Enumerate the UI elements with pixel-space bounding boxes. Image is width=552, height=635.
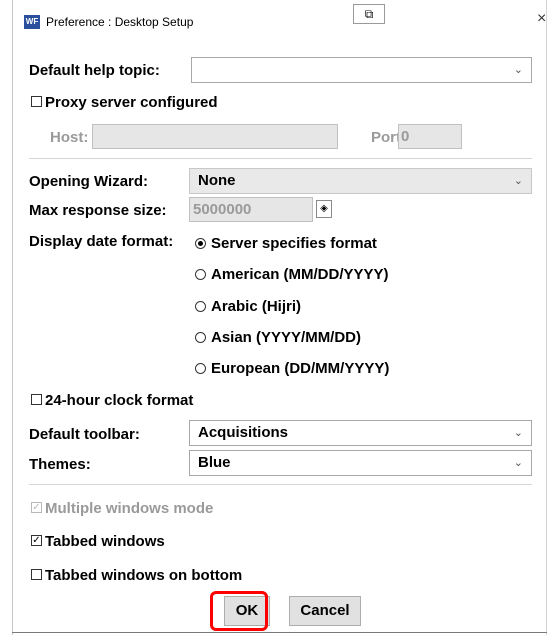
radio-icon[interactable] (195, 331, 206, 343)
date-option-arabic[interactable]: Arabic (Hijri) (195, 298, 301, 315)
window-border-right (546, 0, 547, 635)
opening-wizard-label: Opening Wizard: (29, 173, 149, 190)
date-option-label: Asian (YYYY/MM/DD) (211, 329, 362, 346)
chevron-down-icon: ⌄ (513, 457, 523, 469)
date-format-label: Display date format: (29, 233, 174, 250)
radio-selected-icon[interactable] (195, 237, 206, 249)
opening-wizard-select[interactable]: None ⌄ (189, 168, 532, 194)
max-response-label: Max response size: (29, 202, 167, 219)
app-icon: WF (24, 15, 40, 29)
default-toolbar-select[interactable]: Acquisitions ⌄ (189, 420, 532, 446)
host-field[interactable] (92, 124, 338, 149)
radio-icon[interactable] (195, 362, 206, 374)
window-title: Preference : Desktop Setup (46, 15, 194, 29)
tabbed-bottom-checkbox-box[interactable] (31, 568, 42, 580)
date-option-server[interactable]: Server specifies format (195, 235, 377, 252)
tabbed-windows-checkbox[interactable]: ✓ Tabbed windows (31, 533, 165, 550)
date-option-label: American (MM/DD/YYYY) (211, 266, 389, 283)
ok-highlight-box (210, 591, 268, 631)
check-icon: ✓ (31, 501, 42, 513)
help-topic-select[interactable]: ⌄ (191, 57, 532, 83)
help-topic-label: Default help topic: (29, 62, 160, 79)
cancel-button[interactable]: Cancel (289, 596, 361, 626)
date-option-asian[interactable]: Asian (YYYY/MM/DD) (195, 329, 361, 346)
proxy-label: Proxy server configured (45, 94, 218, 111)
date-option-label: European (DD/MM/YYYY) (211, 360, 390, 377)
window-border-bottom (12, 632, 547, 633)
clock-label: 24-hour clock format (45, 392, 194, 409)
close-icon[interactable]: × (537, 10, 546, 28)
opening-wizard-value: None (198, 172, 236, 189)
themes-label: Themes: (29, 456, 91, 473)
check-icon[interactable]: ✓ (31, 534, 42, 546)
proxy-checkbox-box[interactable] (31, 95, 42, 107)
themes-value: Blue (198, 454, 231, 471)
spinner-icon[interactable]: ◈ (316, 200, 332, 218)
port-field[interactable]: 0 (398, 124, 462, 149)
tabbed-windows-label: Tabbed windows (45, 533, 165, 550)
max-response-field[interactable]: 5000000 (189, 197, 313, 222)
themes-select[interactable]: Blue ⌄ (189, 450, 532, 476)
clock-checkbox[interactable]: 24-hour clock format (31, 392, 193, 409)
radio-icon[interactable] (195, 268, 206, 280)
multiple-windows-label: Multiple windows mode (45, 500, 214, 517)
clock-checkbox-box[interactable] (31, 393, 42, 405)
tabbed-bottom-label: Tabbed windows on bottom (45, 567, 243, 584)
window-border-left (12, 0, 13, 635)
radio-icon[interactable] (195, 300, 206, 312)
date-option-label: Server specifies format (211, 235, 377, 252)
proxy-checkbox[interactable]: Proxy server configured (31, 94, 218, 111)
date-option-label: Arabic (Hijri) (211, 298, 302, 315)
restore-button[interactable]: ⧉ (353, 4, 385, 24)
multiple-windows-checkbox: ✓ Multiple windows mode (31, 500, 213, 517)
chevron-down-icon: ⌄ (513, 175, 523, 187)
separator (29, 484, 532, 485)
chevron-down-icon: ⌄ (513, 64, 523, 76)
separator (29, 158, 532, 159)
host-label: Host: (50, 129, 89, 146)
date-option-european[interactable]: European (DD/MM/YYYY) (195, 360, 389, 377)
tabbed-bottom-checkbox[interactable]: Tabbed windows on bottom (31, 567, 242, 584)
chevron-down-icon: ⌄ (513, 427, 523, 439)
default-toolbar-label: Default toolbar: (29, 426, 140, 443)
date-option-american[interactable]: American (MM/DD/YYYY) (195, 266, 389, 283)
default-toolbar-value: Acquisitions (198, 424, 289, 441)
